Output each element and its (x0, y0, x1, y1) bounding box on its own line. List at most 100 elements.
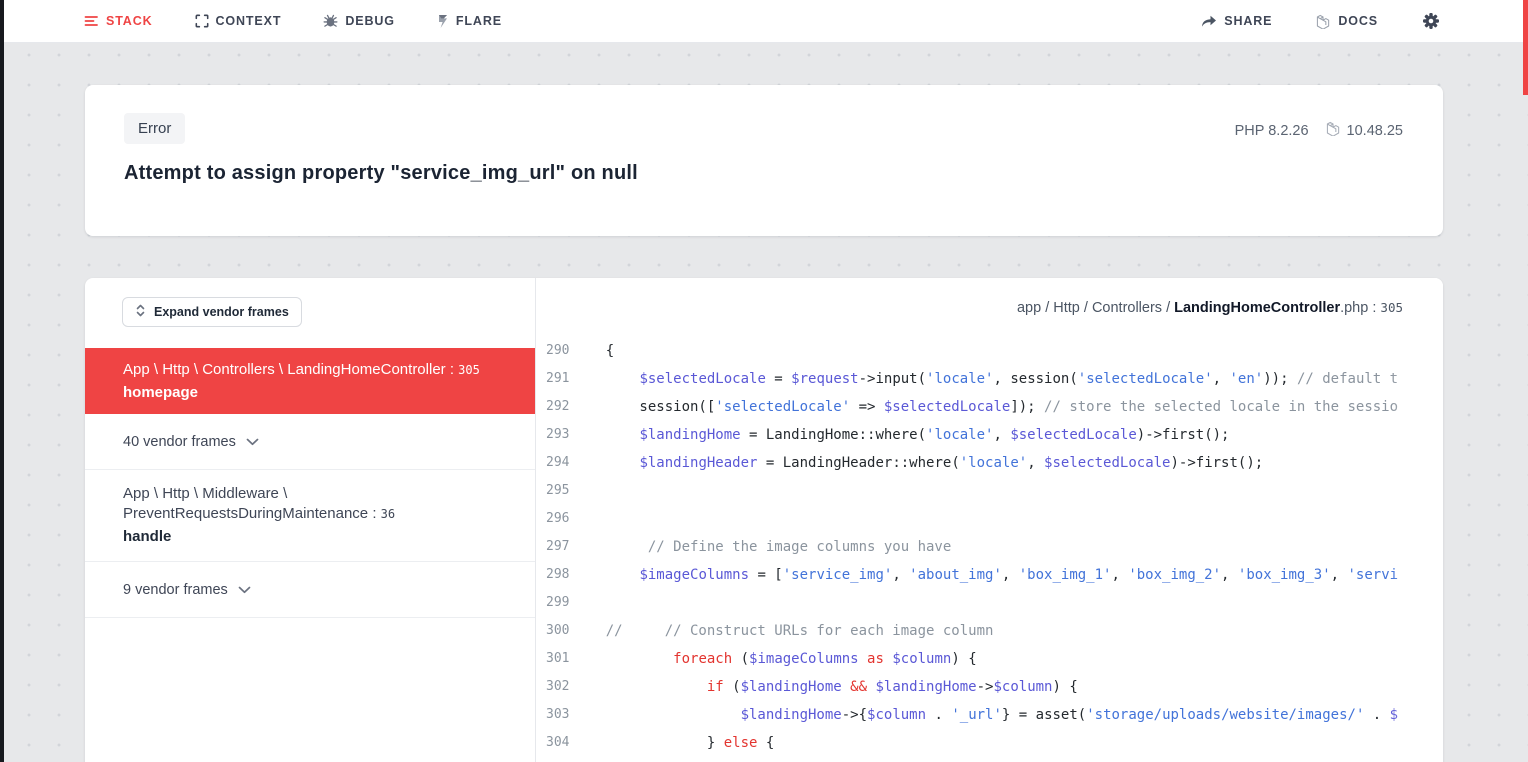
frame-line-number: 305 (458, 363, 480, 377)
stack-frame[interactable]: App \ Http \ Middleware \ PreventRequest… (85, 470, 535, 562)
nav-tabs: STACK CONTEXT DEBUG FLARE (84, 14, 502, 29)
stack-frame-active[interactable]: App \ Http \ Controllers \ LandingHomeCo… (85, 348, 535, 414)
line-number: 294 (536, 449, 572, 477)
code-line: 304 } else { (536, 729, 1443, 757)
stack-frames-pane: Expand vendor frames App \ Http \ Contro… (85, 278, 536, 762)
line-number: 303 (536, 701, 572, 729)
line-source: if ($landingHome && $landingHome->$colum… (572, 673, 1078, 701)
expand-button-label: Expand vendor frames (154, 305, 289, 319)
line-number: 296 (536, 505, 572, 533)
tab-debug[interactable]: DEBUG (323, 14, 395, 28)
line-source: $landingHeader = LandingHeader::where('l… (572, 449, 1263, 477)
group-label: 40 vendor frames (123, 434, 236, 450)
laravel-version: 10.48.25 (1347, 123, 1403, 139)
file-name: LandingHomeController (1174, 300, 1340, 316)
runtime-versions: PHP 8.2.26 10.48.25 (1235, 121, 1403, 140)
code-line: 299 (536, 589, 1443, 617)
chevron-down-icon (246, 434, 259, 450)
top-nav: STACK CONTEXT DEBUG FLARE SHARE (0, 0, 1528, 43)
share-icon (1201, 15, 1217, 28)
line-number: 299 (536, 589, 572, 617)
file-ext: .php (1340, 300, 1368, 316)
code-line: 296 (536, 505, 1443, 533)
settings-button[interactable] (1422, 12, 1440, 30)
line-number: 297 (536, 533, 572, 561)
code-line: 295 (536, 477, 1443, 505)
line-source: foreach ($imageColumns as $column) { (572, 645, 977, 673)
line-source: $landingHome = LandingHome::where('local… (572, 421, 1229, 449)
line-number: 293 (536, 421, 572, 449)
tab-label: STACK (106, 14, 153, 28)
code-line: 292 session(['selectedLocale' => $select… (536, 393, 1443, 421)
error-message: Attempt to assign property "service_img_… (124, 162, 638, 185)
frame-method: homepage (123, 384, 497, 402)
action-label: DOCS (1338, 14, 1378, 28)
chevron-down-icon (238, 582, 251, 598)
flare-icon (437, 14, 449, 29)
file-line-sep: : (1368, 300, 1380, 316)
line-number: 302 (536, 673, 572, 701)
frame-method: handle (123, 528, 497, 546)
code-viewer: app / Http / Controllers / LandingHomeCo… (536, 278, 1443, 762)
file-line-number: 305 (1380, 300, 1403, 315)
error-type-badge: Error (124, 113, 185, 144)
line-number: 301 (536, 645, 572, 673)
context-icon (195, 14, 209, 28)
code-lines: 290 {291 $selectedLocale = $request->inp… (536, 337, 1443, 757)
laravel-version-item: 10.48.25 (1326, 121, 1403, 140)
expand-vendor-frames-button[interactable]: Expand vendor frames (122, 297, 302, 327)
error-card: Error Attempt to assign property "servic… (85, 85, 1443, 236)
line-source: $landingHome->{$column . '_url'} = asset… (572, 701, 1398, 729)
expand-row: Expand vendor frames (85, 278, 535, 348)
line-number: 290 (536, 337, 572, 365)
code-line: 291 $selectedLocale = $request->input('l… (536, 365, 1443, 393)
line-number: 304 (536, 729, 572, 757)
code-line: 290 { (536, 337, 1443, 365)
laravel-icon (1316, 14, 1331, 29)
docs-button[interactable]: DOCS (1316, 14, 1378, 29)
vendor-frames-group-2[interactable]: 9 vendor frames (85, 562, 535, 618)
line-number: 292 (536, 393, 572, 421)
code-line: 300 // // Construct URLs for each image … (536, 617, 1443, 645)
code-line: 301 foreach ($imageColumns as $column) { (536, 645, 1443, 673)
window-left-edge (0, 0, 4, 762)
tab-flare[interactable]: FLARE (437, 14, 502, 29)
nav-actions: SHARE DOCS (1201, 12, 1440, 30)
share-button[interactable]: SHARE (1201, 14, 1272, 28)
line-number: 295 (536, 477, 572, 505)
line-number: 291 (536, 365, 572, 393)
frame-line-number: 36 (381, 507, 395, 521)
tab-context[interactable]: CONTEXT (195, 14, 282, 28)
line-number: 298 (536, 561, 572, 589)
line-source: { (572, 337, 614, 365)
line-source: // Define the image columns you have (572, 533, 951, 561)
line-source: $imageColumns = ['service_img', 'about_i… (572, 561, 1398, 589)
code-line: 294 $landingHeader = LandingHeader::wher… (536, 449, 1443, 477)
code-line: 298 $imageColumns = ['service_img', 'abo… (536, 561, 1443, 589)
line-source: session(['selectedLocale' => $selectedLo… (572, 393, 1398, 421)
line-source: } else { (572, 729, 774, 757)
debug-icon (323, 14, 338, 28)
vendor-frames-group-1[interactable]: 40 vendor frames (85, 414, 535, 470)
unfold-icon (135, 304, 146, 320)
tab-label: FLARE (456, 14, 502, 28)
code-line: 293 $landingHome = LandingHome::where('l… (536, 421, 1443, 449)
code-line: 303 $landingHome->{$column . '_url'} = a… (536, 701, 1443, 729)
gear-icon (1422, 12, 1440, 30)
line-number: 300 (536, 617, 572, 645)
frame-class-path: App \ Http \ Middleware \ PreventRequest… (123, 484, 497, 524)
line-source: $selectedLocale = $request->input('local… (572, 365, 1398, 393)
tab-label: DEBUG (345, 14, 395, 28)
tab-stack[interactable]: STACK (84, 14, 153, 28)
laravel-icon (1326, 121, 1341, 140)
code-line: 297 // Define the image columns you have (536, 533, 1443, 561)
frame-class-path: App \ Http \ Controllers \ LandingHomeCo… (123, 360, 497, 380)
tab-label: CONTEXT (216, 14, 282, 28)
group-label: 9 vendor frames (123, 582, 228, 598)
line-source: // // Construct URLs for each image colu… (572, 617, 993, 645)
stack-trace-card: Expand vendor frames App \ Http \ Contro… (85, 278, 1443, 762)
file-path-prefix: app / Http / Controllers / (1017, 300, 1174, 316)
scrollbar-thumb[interactable] (1523, 0, 1528, 95)
stack-icon (84, 14, 99, 28)
action-label: SHARE (1224, 14, 1272, 28)
